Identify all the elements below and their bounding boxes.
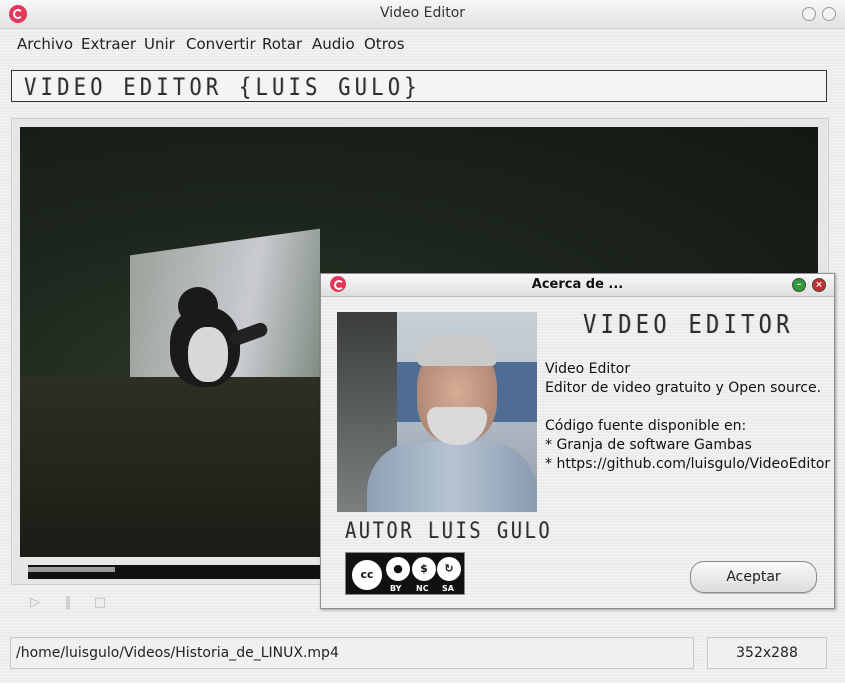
- menu-otros[interactable]: Otros: [364, 35, 405, 53]
- cc-license-badge: cc ● $ ↻ BY NC SA: [345, 552, 465, 595]
- menu-convertir[interactable]: Convertir: [186, 35, 256, 53]
- about-description: Video Editor Editor de video gratuito y …: [545, 361, 831, 472]
- by-label: BY: [390, 584, 402, 593]
- author-label: AUTOR LUIS GULO: [345, 519, 553, 544]
- minimize-button[interactable]: [802, 7, 816, 21]
- menu-bar: Archivo Extraer Unir Convertir Rotar Aud…: [0, 29, 845, 59]
- author-photo: [337, 312, 537, 512]
- about-heading: VIDEO EDITOR: [583, 310, 794, 340]
- file-path-text: /home/luisgulo/Videos/Historia_de_LINUX.…: [16, 645, 339, 661]
- nc-icon: $: [412, 557, 436, 581]
- sa-icon: ↻: [437, 557, 461, 581]
- play-icon[interactable]: ▷: [28, 596, 42, 610]
- window-title: Video Editor: [379, 5, 466, 21]
- about-minimize-button[interactable]: –: [792, 278, 806, 292]
- title-bar: Video Editor: [0, 0, 845, 29]
- about-dialog: Acerca de ... – × VIDEO EDITOR Video Edi…: [320, 273, 835, 609]
- banner-text: VIDEO EDITOR {LUIS GULO}: [24, 73, 421, 101]
- menu-extraer[interactable]: Extraer: [81, 35, 136, 53]
- by-icon: ●: [386, 557, 410, 581]
- menu-archivo[interactable]: Archivo: [17, 35, 73, 53]
- menu-audio[interactable]: Audio: [312, 35, 355, 53]
- pause-icon[interactable]: ‖: [61, 596, 75, 610]
- nc-label: NC: [416, 584, 429, 593]
- about-close-button[interactable]: ×: [812, 278, 826, 292]
- title-banner: VIDEO EDITOR {LUIS GULO}: [11, 70, 827, 102]
- cc-icon: cc: [350, 558, 384, 592]
- file-path-field: /home/luisgulo/Videos/Historia_de_LINUX.…: [10, 637, 694, 669]
- resolution-field: 352x288: [707, 637, 827, 669]
- stop-icon[interactable]: □: [93, 596, 107, 610]
- resolution-text: 352x288: [736, 645, 798, 661]
- accept-button[interactable]: Aceptar: [690, 561, 817, 593]
- menu-unir[interactable]: Unir: [144, 35, 175, 53]
- sa-label: SA: [442, 584, 454, 593]
- about-title: Acerca de ...: [531, 277, 624, 292]
- menu-rotar[interactable]: Rotar: [262, 35, 302, 53]
- close-button[interactable]: [822, 7, 836, 21]
- about-title-bar: Acerca de ... – ×: [321, 274, 834, 297]
- seek-progress: [28, 567, 115, 572]
